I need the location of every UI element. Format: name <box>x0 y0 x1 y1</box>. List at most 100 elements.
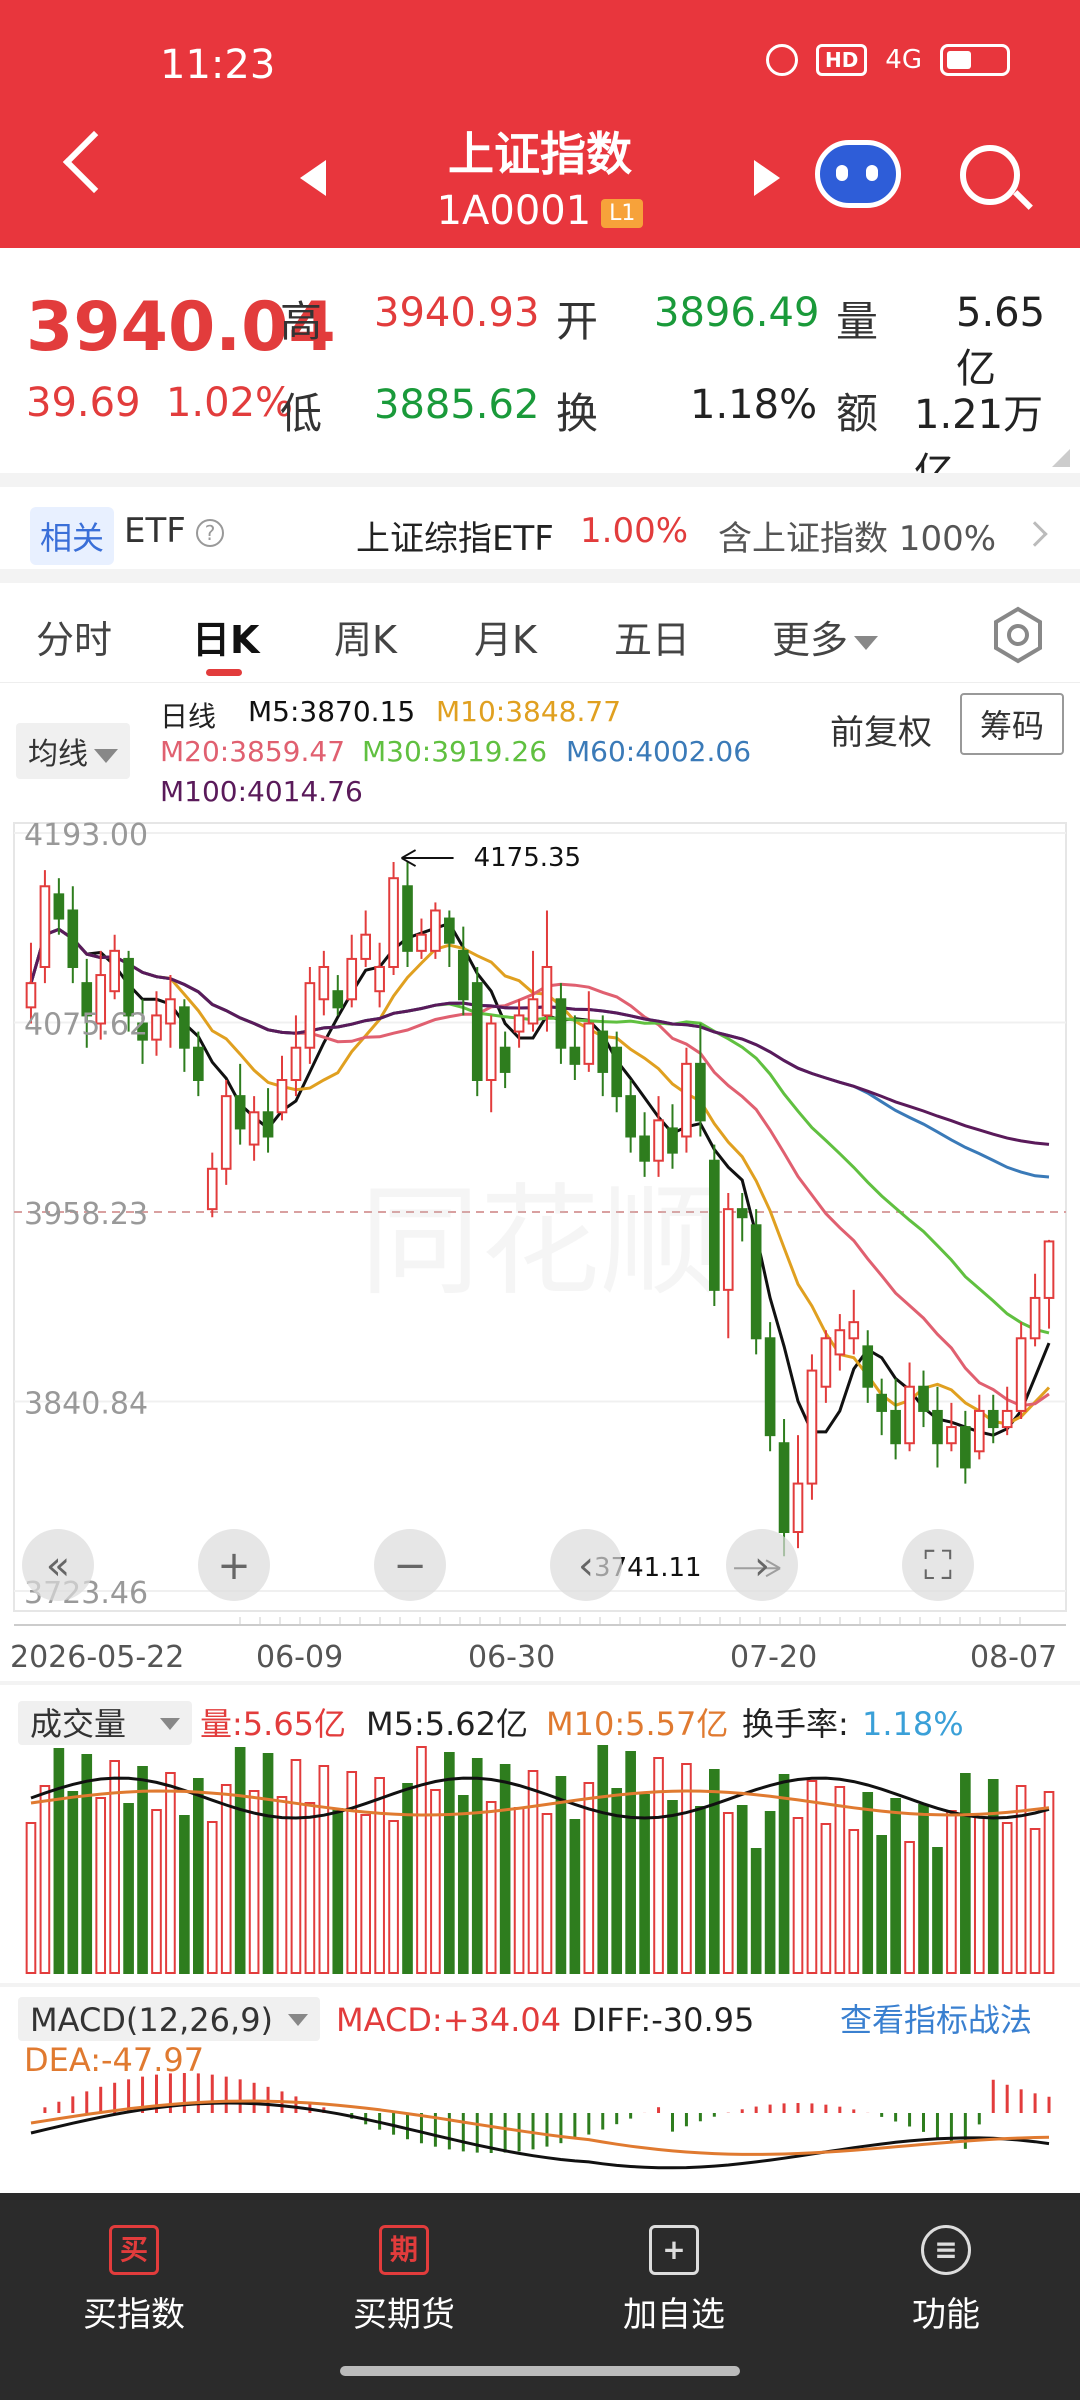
volume-bar-down <box>750 1848 762 1974</box>
home-indicator[interactable] <box>340 2366 740 2376</box>
search-icon[interactable] <box>960 145 1020 205</box>
y-tick-label: 3958.23 <box>24 1197 148 1232</box>
change-pct: 1.02% <box>165 380 294 426</box>
volume-bar-up <box>820 1823 832 1974</box>
stock-code-row: 1A0001 L1 <box>0 188 1080 234</box>
candle-down <box>639 1135 650 1162</box>
candle-up <box>527 998 539 1025</box>
candle-up <box>290 1046 302 1081</box>
candle-down <box>67 909 79 968</box>
tab-week-k[interactable]: 周K <box>334 609 397 664</box>
volume-bar-up <box>346 1771 358 1974</box>
help-icon[interactable]: ? <box>196 519 224 547</box>
scroll-right-icon[interactable]: › <box>726 1529 798 1601</box>
panel-divider <box>0 1681 1080 1685</box>
control-glyph: + <box>217 1543 251 1589</box>
tab-more[interactable]: 更多 <box>772 609 879 664</box>
volume-bar-down <box>709 1769 720 1974</box>
turnover-value: 1.18% <box>862 1705 964 1743</box>
related-etf-bar[interactable]: 相关 ETF ? 上证综指ETF 1.00% 含上证指数 100% <box>0 473 1080 583</box>
scroll-left-fast-icon[interactable]: « <box>22 1529 94 1601</box>
nav-buy-index[interactable]: 买 买指数 <box>34 2225 234 2336</box>
candle-up <box>834 1329 846 1356</box>
zoom-in-icon[interactable]: + <box>198 1529 270 1601</box>
candle-down <box>53 893 65 920</box>
indicator-strategy-link[interactable]: 查看指标战法 <box>840 2001 1032 2039</box>
diff-value: DIFF:-30.95 <box>572 2001 754 2039</box>
candle-up <box>485 1022 497 1081</box>
volume-bar-down <box>736 1805 748 1974</box>
chevron-right-icon[interactable] <box>1022 521 1048 547</box>
volume-bar-down <box>778 1774 790 1974</box>
macd-chart: MACD(12,26,9) MACD:+34.04 DIFF:-30.95 查看指标战… <box>0 1983 1080 2170</box>
volume-bar-up <box>541 1813 553 1974</box>
x-tick-label: 2026-05-22 <box>10 1640 184 1675</box>
candle-down <box>193 1046 204 1081</box>
x-tick-label: 06-30 <box>468 1640 555 1675</box>
ma100-value: M100:4014.76 <box>160 775 363 808</box>
candle-down <box>736 1208 748 1219</box>
tab-fenshi[interactable]: 分时 <box>36 609 112 664</box>
candle-down <box>234 1095 246 1130</box>
candle-up <box>820 1337 832 1388</box>
candle-up <box>1043 1240 1055 1299</box>
kline-chart[interactable]: 同花顺 4193.004075.623958.233840.843723.46 … <box>0 813 1080 2193</box>
volume-bar-down <box>764 1811 776 1974</box>
next-stock-icon[interactable] <box>754 160 780 196</box>
robot-assistant-icon[interactable] <box>815 140 901 208</box>
menu-icon: ≡ <box>921 2225 971 2275</box>
volume-bar-up <box>681 1763 692 1974</box>
candle-down <box>262 1111 274 1138</box>
volume-bar-down <box>987 1779 999 1974</box>
nav-buy-futures[interactable]: 期 买期货 <box>304 2225 504 2336</box>
ma-select[interactable]: 均线 <box>16 723 130 779</box>
chouma-button[interactable]: 筹码 <box>960 693 1065 755</box>
nav-add-watchlist[interactable]: + 加自选 <box>574 2225 774 2336</box>
fullscreen-icon[interactable]: ⛶ <box>902 1529 974 1601</box>
scroll-left-icon[interactable]: ‹ <box>550 1529 622 1601</box>
settings-icon[interactable] <box>988 605 1048 665</box>
candle-up <box>346 957 358 1001</box>
high-value: 3940.93 <box>374 290 540 336</box>
volume-bar-down <box>81 1754 93 1974</box>
candle-down <box>332 990 344 1009</box>
candle-down <box>862 1345 874 1388</box>
volume-bar-down <box>932 1847 943 1974</box>
candle-down <box>611 1046 623 1098</box>
expand-corner-icon[interactable] <box>1052 449 1070 467</box>
volume-bar-up <box>388 1820 399 1974</box>
tab-day-k[interactable]: 日K <box>192 609 259 664</box>
max-label: 4175.35 <box>474 843 582 873</box>
candle-up <box>206 1167 218 1211</box>
volume-bar-down <box>918 1804 929 1974</box>
nav-functions[interactable]: ≡ 功能 <box>846 2225 1046 2336</box>
volume-bar-down <box>402 1783 413 1974</box>
candle-up <box>1029 1296 1041 1340</box>
volume-bar-up <box>527 1770 539 1974</box>
fuquan-select[interactable]: 前复权 <box>830 705 932 754</box>
volume-bar-up <box>485 1801 497 1974</box>
volume-bar-up <box>806 1780 818 1974</box>
candle-up <box>681 1062 692 1138</box>
volume-bar-up <box>290 1759 302 1974</box>
volume-bar-down <box>667 1800 678 1974</box>
watermark: 同花顺 <box>360 1173 720 1312</box>
volume-bar-up <box>722 1812 734 1974</box>
tab-five-day[interactable]: 五日 <box>614 609 690 664</box>
macd-select: MACD(12,26,9) <box>30 2001 273 2039</box>
chart-area[interactable]: 同花顺 4193.00 4075.62 3958.23 3840.84 3723.46 … <box>0 813 1080 2193</box>
volume-bar-up <box>39 1785 51 1974</box>
volume-bar-down <box>332 1808 344 1974</box>
tab-month-k[interactable]: 月K <box>474 609 537 664</box>
page: 11:23 HD 4G 上证指数 1A0001 L1 3940.04 39.69 … <box>0 0 1080 2400</box>
candle-up <box>904 1385 915 1445</box>
volume-bar-up <box>513 1807 525 1974</box>
volume-bar-down <box>695 1806 706 1974</box>
candle-down <box>987 1409 999 1429</box>
control-glyph: « <box>46 1543 70 1589</box>
turnover-label: 换手率: <box>742 1705 849 1743</box>
candle-up <box>388 877 399 968</box>
volume-bar-up <box>220 1784 232 1974</box>
zoom-out-icon[interactable]: − <box>374 1529 446 1601</box>
candle-up <box>25 982 37 1009</box>
